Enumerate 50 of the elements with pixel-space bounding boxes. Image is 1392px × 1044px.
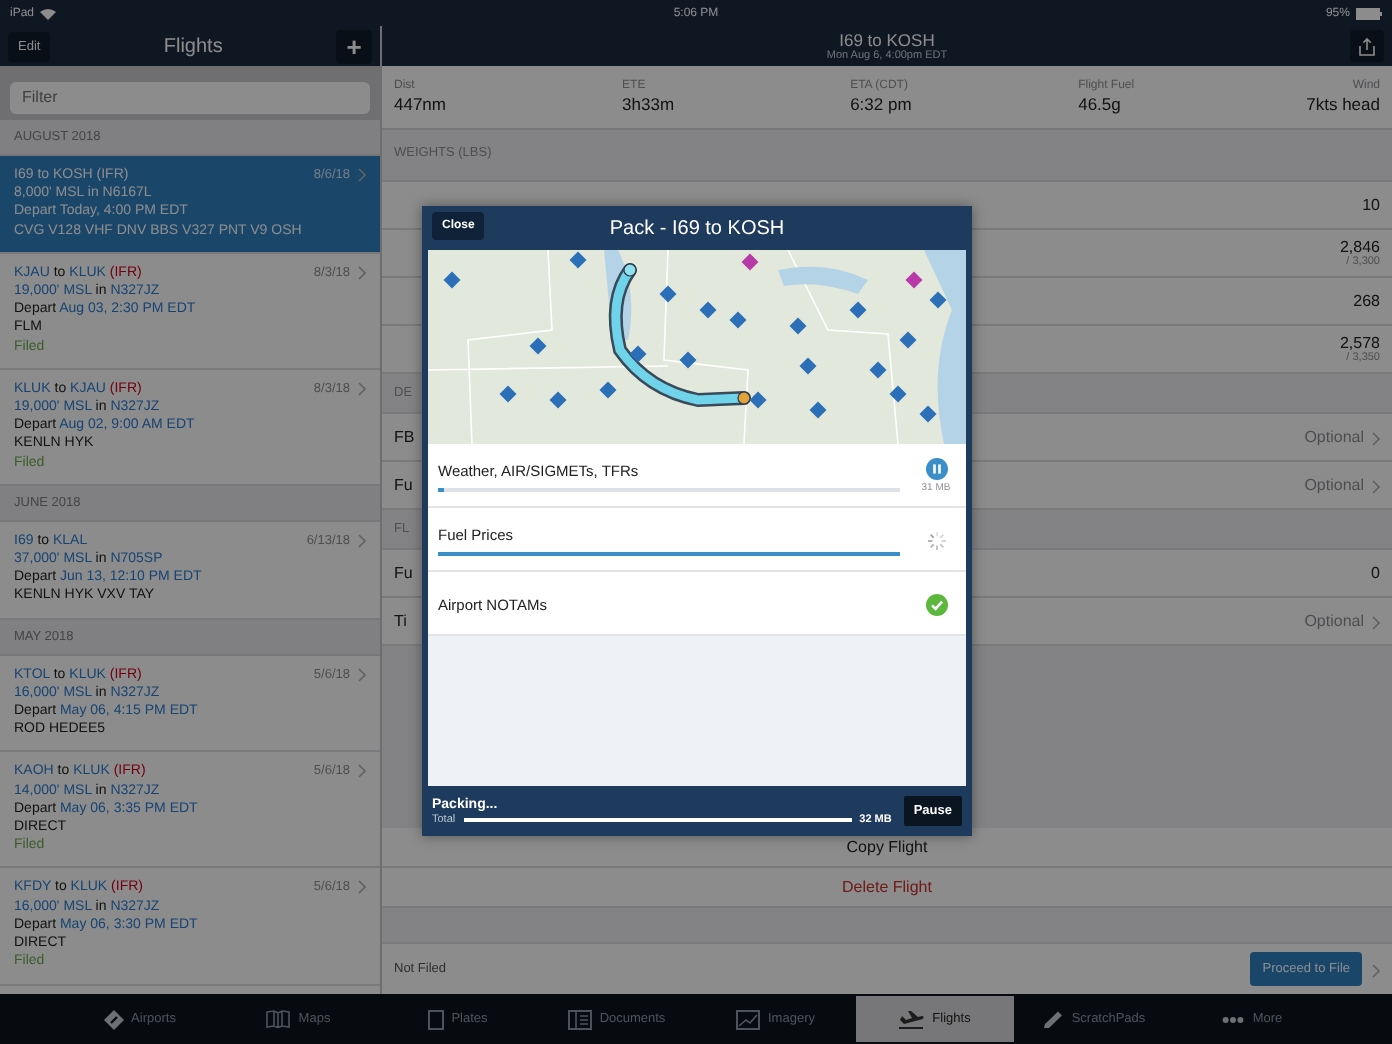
- dialog-title: Pack - I69 to KOSH: [609, 217, 785, 239]
- chevron-icon: [358, 533, 366, 548]
- pause-icon[interactable]: [925, 458, 947, 480]
- row-value: Optional: [1304, 476, 1364, 494]
- chevron-icon: [358, 168, 366, 182]
- page-icon: [427, 1009, 444, 1029]
- add-button[interactable]: +: [336, 29, 372, 63]
- stat-value: 7kts head: [1306, 94, 1380, 114]
- checkmark-icon: [925, 593, 947, 615]
- stat-value: 3h33m: [622, 94, 677, 114]
- chevron-icon: [1372, 615, 1380, 629]
- stat-value: 447nm: [394, 94, 448, 114]
- chevron-icon: [358, 265, 366, 280]
- chevron-icon: [358, 880, 366, 895]
- pencil-icon: [1041, 1009, 1064, 1029]
- flight-title: I69 to KOSH: [839, 30, 935, 50]
- row-value: Optional: [1304, 428, 1364, 446]
- chart-icon: [736, 1009, 760, 1029]
- stat-value: 46.5g: [1078, 94, 1123, 114]
- row-value: 2,578: [1339, 334, 1380, 352]
- chevron-icon: [1372, 963, 1380, 977]
- filter-field[interactable]: Filter: [10, 81, 370, 113]
- book-icon: [266, 1010, 291, 1028]
- chevron-icon: [358, 381, 366, 396]
- document-icon: [567, 1009, 592, 1029]
- chevron-icon: [1372, 431, 1380, 445]
- share-icon: [1358, 37, 1376, 55]
- row-label: Fu: [394, 564, 413, 582]
- row-label: FB: [394, 428, 415, 446]
- more-icon: [1222, 1015, 1245, 1023]
- chevron-icon: [358, 764, 366, 779]
- action-button[interactable]: Copy Flight: [846, 838, 928, 856]
- stat-value: 6:32 pm: [850, 94, 914, 114]
- row-label: Ti: [394, 612, 407, 630]
- chevron-icon: [1372, 479, 1380, 493]
- row-label: Fu: [394, 476, 413, 494]
- row-value: 0: [1371, 564, 1380, 582]
- wifi-icon: [40, 7, 57, 19]
- compass-icon: [103, 1009, 124, 1029]
- delete-button[interactable]: Delete Flight: [842, 878, 932, 896]
- row-value: 10: [1362, 196, 1380, 214]
- row-value: 2,846: [1339, 238, 1380, 256]
- airplane-icon: [898, 1009, 925, 1029]
- chevron-icon: [358, 667, 366, 682]
- share-button[interactable]: [1350, 30, 1384, 62]
- battery-icon: [1355, 7, 1382, 19]
- spinner-icon: [925, 529, 947, 551]
- sidebar-title: Flights: [163, 35, 223, 57]
- row-value: Optional: [1304, 612, 1364, 630]
- row-value: 268: [1353, 292, 1380, 310]
